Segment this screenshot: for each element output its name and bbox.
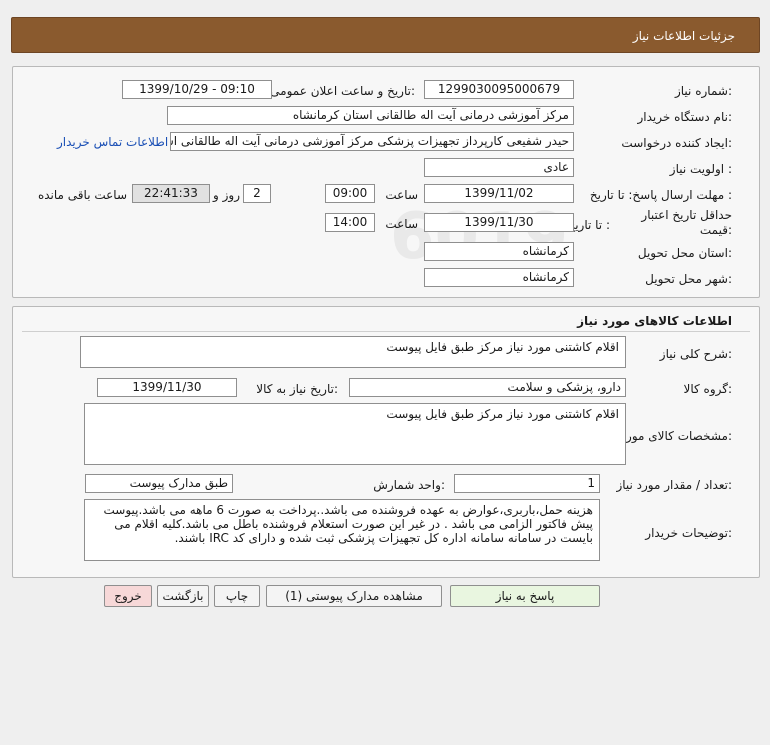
announce-label: تاریخ و ساعت اعلان عمومی: (270, 84, 415, 98)
quantity-label: تعداد / مقدار مورد نیاز: (616, 478, 732, 492)
goods-section-title: اطلاعات کالاهای مورد نیاز (577, 314, 732, 328)
remaining-time-field: 22:41:33 (132, 184, 210, 203)
reply-button[interactable]: پاسخ به نیاز (450, 585, 600, 607)
priority-label: اولویت نیاز : (669, 162, 732, 176)
days-label: روز و (213, 188, 240, 202)
goods-group-field: دارو، پزشکی و سلامت (349, 378, 626, 397)
section-divider (22, 331, 750, 332)
priority-field: عادی (424, 158, 574, 177)
exit-button[interactable]: خروج (104, 585, 152, 607)
view-attachments-button[interactable]: مشاهده مدارک پیوستی (1) (266, 585, 442, 607)
city-field: کرمانشاه (424, 268, 574, 287)
buyer-notes-field: هزینه حمل،باربری،عوارض به عهده فروشنده م… (84, 499, 600, 561)
unit-label: واحد شمارش: (373, 478, 445, 492)
province-field: کرمانشاه (424, 242, 574, 261)
need-date-field: 1399/11/30 (97, 378, 237, 397)
deadline-time-field: 09:00 (325, 184, 375, 203)
requester-label: ایجاد کننده درخواست: (621, 136, 732, 150)
specs-field: اقلام کاشتنی مورد نیاز مرکز طبق فایل پیو… (84, 403, 626, 465)
days-remaining-field: 2 (243, 184, 271, 203)
remaining-label: ساعت باقی مانده (37, 188, 127, 202)
print-button[interactable]: چاپ (214, 585, 260, 607)
buyer-org-field: مرکز آموزشی درمانی آیت اله طالقانی استان… (167, 106, 574, 125)
quantity-field: 1 (454, 474, 600, 493)
buyer-notes-label: توضیحات خریدار: (645, 526, 732, 540)
page-title: جزئیات اطلاعات نیاز (632, 29, 735, 43)
buyer-contact-link[interactable]: اطلاعات تماس خریدار (57, 135, 168, 149)
page-header: جزئیات اطلاعات نیاز (11, 17, 760, 53)
deadline-label: مهلت ارسال پاسخ: تا تاریخ : (589, 188, 732, 202)
deadline-date-field: 1399/11/02 (424, 184, 574, 203)
need-number-label: شماره نیاز: (674, 84, 732, 98)
need-info-panel (12, 66, 760, 298)
goods-group-label: گروه کالا: (683, 382, 733, 396)
validity-label: حداقل تاریخ اعتبار قیمت: (641, 208, 732, 237)
description-label: شرح کلی نیاز: (659, 347, 732, 361)
validity-date-field: 1399/11/30 (424, 213, 574, 232)
deadline-time-label: ساعت (385, 188, 418, 202)
back-button[interactable]: بازگشت (157, 585, 209, 607)
unit-field: طبق مدارک پیوست (85, 474, 233, 493)
province-label: استان محل تحویل: (637, 246, 732, 260)
validity-time-label: ساعت (385, 217, 418, 231)
buyer-org-label: نام دستگاه خریدار: (637, 110, 733, 124)
requester-field: حیدر شفیعی کارپرداز تجهیزات پزشکی مرکز آ… (170, 132, 574, 151)
description-field: اقلام کاشتنی مورد نیاز مرکز طبق فایل پیو… (80, 336, 626, 368)
validity-time-field: 14:00 (325, 213, 375, 232)
need-number-field: 1299030095000679 (424, 80, 574, 99)
watermark-digits: 6019 (390, 200, 569, 274)
need-date-label: تاریخ نیاز به کالا: (256, 382, 338, 396)
city-label: شهر محل تحویل: (645, 272, 732, 286)
announce-datetime-field: 1399/10/29 - 09:10 (122, 80, 272, 99)
